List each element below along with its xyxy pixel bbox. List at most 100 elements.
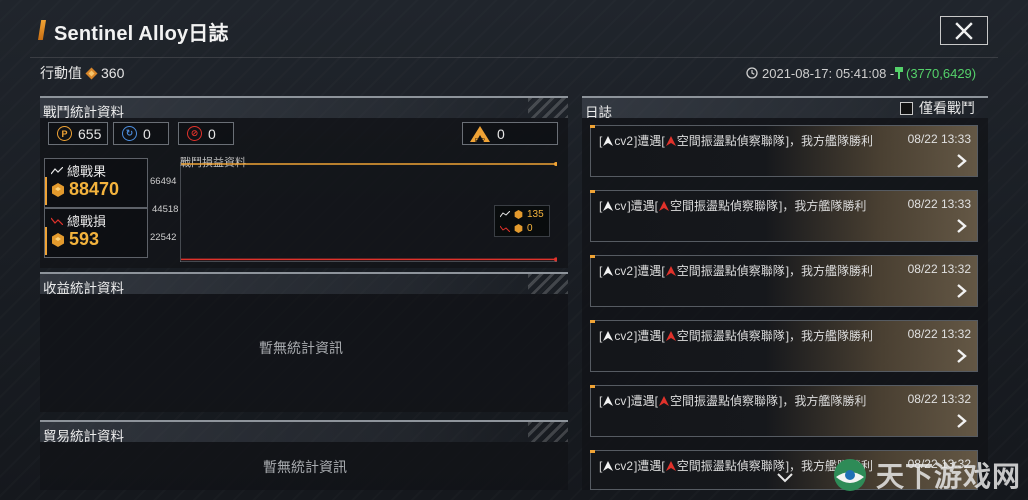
watermark-text: 天下游戏网 [876, 461, 1022, 492]
total-loss-label-row: 總戰損 [51, 211, 106, 230]
counter-value: 655 [78, 125, 102, 142]
total-result-box: 總戰果 88470 [44, 158, 148, 208]
timestamp-text: 2021-08-17: 05:41:08 - [762, 65, 895, 81]
trend-up-icon [51, 166, 63, 174]
log-enemy-name: 空間振盪點偵察聯隊 [676, 264, 785, 278]
log-player-name: cv2 [614, 328, 634, 343]
page-title: Sentinel Alloy日誌 [54, 23, 229, 45]
total-loss-value-row: 593 [51, 229, 99, 250]
player-ship-icon [603, 265, 614, 276]
gold-cube-icon [514, 224, 523, 233]
player-ship-icon [603, 395, 614, 406]
log-entry[interactable]: [cv2]遭遇[空間振盪點偵察聯隊]，我方艦隊勝利 08/22 13:33 [590, 125, 978, 177]
log-result-text: ]，我方艦隊勝利 [779, 199, 867, 213]
log-text: [cv2]遭遇[空間振盪點偵察聯隊]，我方艦隊勝利 [599, 132, 873, 149]
chevron-right-icon[interactable] [954, 153, 970, 169]
log-date: 08/22 13:32 [907, 262, 971, 276]
chevron-right-icon[interactable] [954, 413, 970, 429]
battle-stats-header: 戰鬥統計資料 [40, 96, 568, 120]
log-player-name: cv2 [614, 133, 634, 148]
chevron-right-icon[interactable] [954, 218, 970, 234]
chevron-right-icon[interactable] [954, 348, 970, 364]
legend-row-result: 135 [500, 209, 544, 220]
log-encounter-text: ]遭遇[ [634, 134, 665, 148]
total-loss-box: 總戰損 593 [44, 208, 148, 258]
header-divider [30, 57, 998, 58]
income-empty-text: 暫無統計資訊 [259, 340, 343, 356]
location-pin-icon [895, 67, 903, 79]
log-result-text: ]，我方艦隊勝利 [785, 134, 874, 148]
log-result-text: ]，我方艦隊勝利 [785, 264, 874, 278]
log-bracket-open: [ [599, 328, 603, 343]
server-time: 2021-08-17: 05:41:08 - [746, 63, 894, 83]
action-points: 行動值 360 [40, 63, 124, 83]
log-date: 08/22 13:33 [907, 197, 971, 211]
log-player-name: cv2 [614, 263, 634, 278]
log-encounter-text: ]遭遇[ [634, 459, 665, 473]
enemy-ship-icon [659, 395, 670, 406]
log-date: 08/22 13:32 [907, 392, 971, 406]
counter-value: 0 [208, 125, 216, 142]
log-bracket-open: [ [599, 133, 603, 148]
series-point [554, 257, 557, 262]
accent-bar [45, 177, 47, 205]
enemy-ship-icon [665, 460, 676, 471]
log-encounter-text: ]遭遇[ [634, 329, 665, 343]
log-entry[interactable]: [cv]遭遇[空間振盪點偵察聯隊]，我方艦隊勝利 08/22 13:33 [590, 190, 978, 242]
action-points-label: 行動值 [40, 65, 82, 81]
log-entry[interactable]: [cv]遭遇[空間振盪點偵察聯隊]，我方艦隊勝利 08/22 13:32 [590, 385, 978, 437]
counter-blue: ↻ 0 [113, 122, 169, 145]
player-ship-icon [603, 200, 614, 211]
log-player-name: cv [614, 393, 627, 408]
chevron-right-icon[interactable] [954, 283, 970, 299]
income-stats-header: 收益統計資料 [40, 272, 568, 296]
log-entry[interactable]: [ cv2]遭遇[ 空間振盪點偵察聯隊]，我方艦隊勝利 08/22 13:32 [590, 320, 978, 372]
log-encounter-text: ]遭遇[ [627, 394, 659, 408]
log-enemy-name: 空間振盪點偵察聯隊 [676, 459, 785, 473]
total-result-label: 總戰果 [67, 164, 107, 179]
log-enemy-name: 空間振盪點偵察聯隊 [676, 329, 785, 343]
p-coin-icon: P [57, 126, 72, 141]
close-button[interactable] [940, 16, 988, 45]
close-icon [955, 21, 973, 40]
log-enemy-name: 空間振盪點偵察聯隊 [670, 394, 779, 408]
enemy-ship-icon [665, 265, 676, 276]
battle-only-checkbox[interactable] [900, 101, 913, 115]
log-player-name: cv2 [614, 458, 634, 473]
log-result-text: ]，我方艦隊勝利 [785, 329, 874, 343]
log-bracket-open: [ [599, 263, 603, 278]
trend-down-icon [500, 225, 510, 232]
y-tick-label: 22542 [150, 232, 177, 243]
svg-text:EXP: EXP [475, 138, 486, 143]
blue-refresh-icon: ↻ [122, 126, 137, 141]
log-bracket-open: [ [599, 198, 603, 213]
counter-value: 0 [143, 125, 151, 142]
enemy-ship-icon [665, 330, 676, 341]
counter-p-coin: P 655 [48, 122, 108, 145]
enemy-ship-icon [665, 135, 676, 146]
series-point [554, 162, 557, 166]
header-stripes [528, 422, 568, 442]
counter-exp: EXP 0 [462, 122, 558, 145]
log-result-text: ]，我方艦隊勝利 [779, 394, 867, 408]
title-accent-mark [38, 20, 46, 40]
total-result-label-row: 總戰果 [51, 161, 106, 180]
counter-value: 0 [497, 125, 505, 142]
watermark-emblem-icon [834, 459, 866, 491]
log-entry[interactable]: [cv2]遭遇[空間振盪點偵察聯隊]，我方艦隊勝利 08/22 13:32 [590, 255, 978, 307]
scroll-down-icon[interactable] [776, 472, 794, 484]
total-loss-value: 593 [69, 229, 100, 249]
trade-empty-text: 暫無統計資訊 [263, 459, 347, 475]
player-ship-icon [603, 330, 614, 341]
gold-cube-icon [52, 182, 64, 197]
log-bracket-open: [ [599, 458, 603, 473]
battle-only-filter[interactable]: 僅看戰鬥 [900, 98, 975, 118]
coordinates: (3770,6429) [894, 63, 976, 83]
gold-cube-icon [514, 210, 523, 219]
log-date: 08/22 13:32 [907, 327, 971, 341]
exp-icon: EXP [470, 125, 490, 143]
watermark-logo: 天下游戏网 [832, 455, 1021, 495]
player-ship-icon [603, 460, 614, 471]
total-result-value: 88470 [69, 179, 120, 199]
legend-result-value: 135 [527, 209, 544, 220]
